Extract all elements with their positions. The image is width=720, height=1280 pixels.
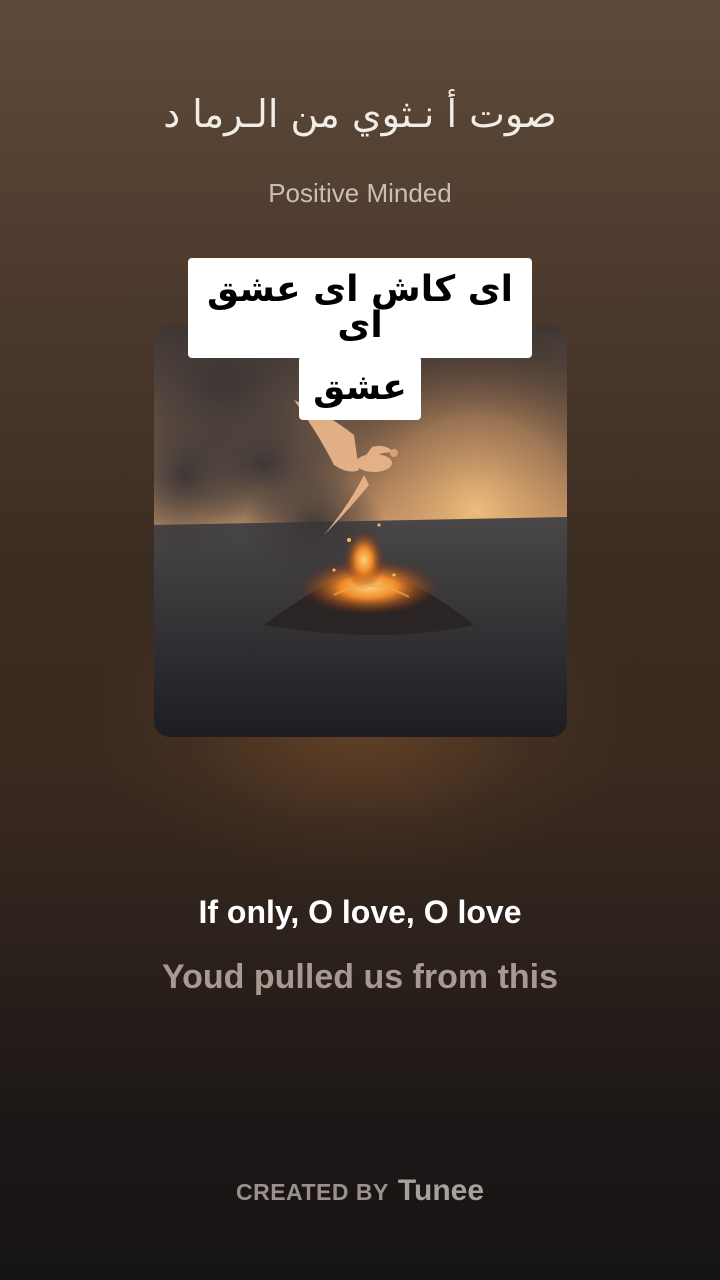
caption-overlay: ای کاش ای عشق ای عشق: [0, 258, 720, 420]
lyric-next-line: Youd pulled us from this: [161, 958, 559, 996]
created-by-credit: CREATED BY Tunee: [0, 1174, 720, 1208]
caption-line-1: ای کاش ای عشق ای: [188, 258, 532, 358]
brand-logo-text: Tunee: [397, 1174, 485, 1207]
song-title: صوت أ نـثوي من الـرما د: [163, 92, 557, 136]
lyric-current-line: If only, O love, O love: [198, 894, 522, 930]
caption-line-2: عشق: [299, 356, 421, 420]
artist-name: Positive Minded: [268, 178, 452, 208]
credit-prefix: CREATED BY: [235, 1179, 389, 1205]
